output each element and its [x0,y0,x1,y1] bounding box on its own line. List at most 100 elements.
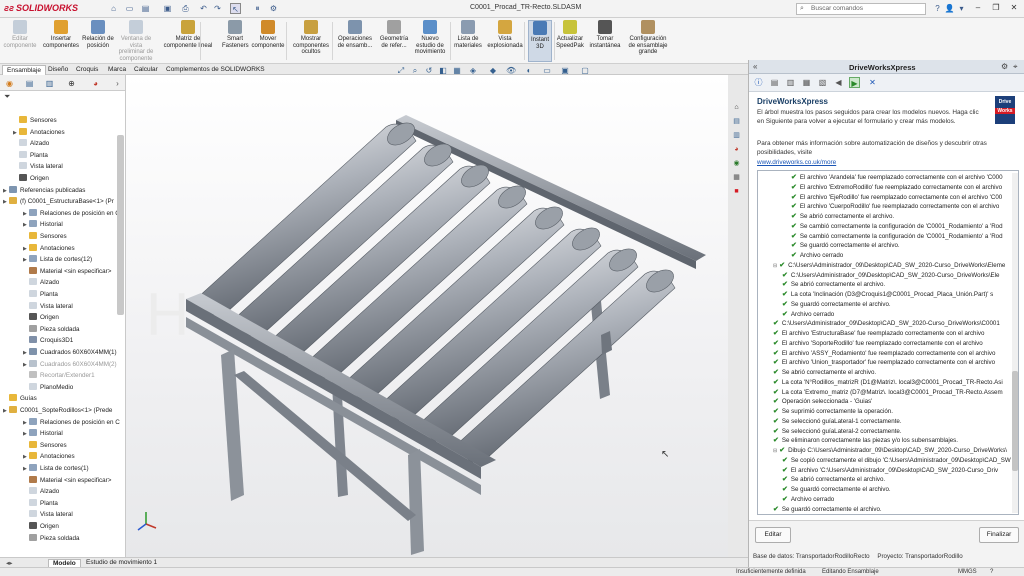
tree-item[interactable]: ▶ Relaciones de posición en C [0,417,120,429]
log-entry[interactable]: ✔ Se abrió correctamente el archivo. [782,280,885,290]
configuration-manager-tab-icon[interactable]: ▥ [44,78,55,89]
rules-icon[interactable]: ▦ [801,77,812,88]
log-entry[interactable]: ⊟ ✔ Dibujo C:\Users\Administrador_09\Deskt… [773,446,1007,456]
monitor-icon[interactable]: ▢ [580,66,590,76]
tree-item[interactable]: Material <sin especificar> [0,266,111,278]
graphics-area[interactable]: H ↖ [126,75,728,557]
log-entry[interactable]: ✔ Se abrió correctamente el archivo. [782,475,885,485]
pane-options-icon[interactable]: ⚙ [1001,62,1008,71]
tree-item[interactable]: Pieza soldada [0,324,80,336]
log-entry[interactable]: ✔ El archivo 'C:\Users\Administrador_09\D… [782,466,998,476]
tree-item[interactable]: Planta [0,289,58,301]
log-entry[interactable]: ✔ Se guardó correctamente el archivo. [773,505,882,515]
ribbon-button-9[interactable]: Operaciones de ensamb... [336,20,374,62]
log-entry[interactable]: ✔ Se copió correctamente el dibujo 'C:\Us… [782,456,1011,466]
zoom-to-fit-icon[interactable]: ⤢ [396,66,406,76]
tree-item[interactable]: ▶ Relaciones de posición en C [0,208,120,220]
solidworks-logo[interactable]: ƨƨ SOLIDWORKS [4,3,78,13]
log-entry[interactable]: ✔ Archivo cerrado [791,251,843,261]
edit-button[interactable]: Editar [755,527,791,543]
ribbon-button-1[interactable]: Editar componente [2,20,38,62]
log-entry[interactable]: ✔ El archivo 'EjeRodillo' fue reemplazado… [791,193,1002,203]
command-tab-6[interactable]: Complementos de SOLIDWORKS [162,65,269,75]
log-entry[interactable]: ✔ El archivo 'Arandela' fue reemplazado c… [791,173,1003,183]
restore-icon[interactable]: ❐ [990,3,1002,14]
info-icon[interactable]: ⓘ [753,77,764,88]
tree-item[interactable]: Vista lateral [0,161,63,173]
log-entry[interactable]: ✔ El archivo 'Union_trasportador' fue ree… [773,358,995,368]
log-entry[interactable]: ✔ El archivo 'ExtremoRodillo' fue reempla… [791,183,1002,193]
ribbon-button-7[interactable]: Mover componente [250,20,286,62]
help-icon[interactable]: ? [932,3,943,14]
ribbon-button-3[interactable]: Relación de posición [82,20,114,62]
options-icon[interactable]: ▥ [785,77,796,88]
tree-item[interactable]: Sensores [0,231,67,243]
solidworks-resources-icon[interactable]: ⌂ [731,102,742,113]
tree-item[interactable]: ▶ Anotaciones [0,127,65,139]
command-tab-1[interactable]: Ensamblaje [2,65,46,75]
tree-item[interactable]: Sensores [0,115,57,127]
log-entry[interactable]: ✔ Archivo cerrado [782,310,834,320]
ribbon-button-4[interactable]: Ventana de vista preliminar de component… [116,20,156,62]
display-style-icon[interactable]: ◆ [488,66,498,76]
driveworks-tab-icon[interactable]: ■ [731,186,742,197]
open-folder-icon[interactable]: ▤ [140,3,151,14]
property-manager-tab-icon[interactable]: ▤ [24,78,35,89]
command-tab-4[interactable]: Marca [104,65,130,75]
tree-item[interactable]: ▶ Historial [0,428,63,440]
appearances-icon[interactable]: ◉ [731,158,742,169]
ribbon-button-6[interactable]: Smart Fasteners [222,20,249,62]
finish-button[interactable]: Finalizar [979,527,1019,543]
new-document-icon[interactable]: ▭ [124,3,135,14]
log-entry[interactable]: ✔ El archivo 'SoporteRodillo' fue reempla… [773,339,983,349]
display-manager-tab-icon[interactable]: ◕ [90,78,101,89]
log-entry[interactable]: ✔ Se abrió correctamente el archivo. [791,212,894,222]
log-entry[interactable]: ✔ El archivo 'ASSY_Rodamiento' fue reempl… [773,349,995,359]
ribbon-button-11[interactable]: Nuevo estudio de movimiento [412,20,448,62]
dropdown-icon[interactable]: ▾ [956,3,967,14]
log-entry[interactable]: ✔ Se suprimió correctamente la operación. [773,407,893,417]
log-entry[interactable]: ✔ Se cambió correctamente la configuració… [791,222,1003,232]
log-entry[interactable]: ✔ Se guardó correctamente el archivo. [782,485,891,495]
edit-appearance-icon[interactable]: ◐ [524,66,534,76]
log-entry[interactable]: ✔ El archivo 'CuerpoRodillo' fue reemplaz… [791,202,999,212]
log-scroll-thumb[interactable] [1012,371,1018,471]
tree-item[interactable]: ▶ Cuadrados 60X60X4MM(1) [0,347,117,359]
select-pointer-icon[interactable]: ↖ [230,3,241,14]
tree-item[interactable]: ▶ Anotaciones [0,243,75,255]
log-entry[interactable]: ✔ La cota 'Inclinación (D3@Croquis1@C0001… [782,290,993,300]
tree-item[interactable]: ▶ Lista de cortes(1) [0,463,89,475]
design-library-icon[interactable]: ▤ [731,116,742,127]
tree-item[interactable]: Guías [0,393,37,405]
conveyor-model[interactable]: H [126,75,728,557]
feature-manager-tab-icon[interactable]: ◉ [4,78,15,89]
zoom-area-icon[interactable]: ⌕ [410,66,420,76]
save-icon[interactable]: ▣ [162,3,173,14]
generation-log-tree[interactable]: ✔ El archivo 'Arandela' fue reemplazado c… [757,170,1019,515]
tree-item[interactable]: Alzado [0,277,59,289]
log-entry[interactable]: ✔ Se guardó correctamente el archivo. [791,241,900,251]
tree-item[interactable]: Planta [0,150,48,162]
log-entry[interactable]: ✔ El archivo 'EstructuraBase' fue reempla… [773,329,984,339]
tree-item[interactable]: Sensores [0,440,67,452]
pane-pin-icon[interactable]: ⌖ [1013,62,1018,72]
user-icon[interactable]: 👤 [944,3,955,14]
command-tab-5[interactable]: Calcular [130,65,162,75]
tree-item[interactable]: Origen [0,173,49,185]
tree-item[interactable]: ▶ (f) C0001_EstructuraBase<1> (Pr [0,196,114,208]
ribbon-button-16[interactable]: Tomar instantánea [588,20,622,62]
log-entry[interactable]: ✔ Se abrió correctamente el archivo. [773,368,876,378]
ribbon-button-10[interactable]: Geometría de refer... [378,20,410,62]
tree-item[interactable]: Material <sin especificar> [0,475,111,487]
tree-item[interactable]: PlanoMedio [0,382,73,394]
tree-item[interactable]: ▶ Historial [0,219,63,231]
tree-item[interactable]: Vista lateral [0,509,73,521]
tree-item[interactable]: Croquis3D1 [0,335,73,347]
redo-icon[interactable]: ↷ [212,3,223,14]
log-entry[interactable]: ✔ Se seleccionó guíaLateral-2 correctamen… [773,427,902,437]
view-settings-icon[interactable]: ▣ [560,66,570,76]
status-units[interactable]: MMGS [958,569,977,575]
tree-item[interactable]: Vista lateral [0,301,73,313]
rebuild-icon[interactable]: ⏸ [252,3,263,14]
home-icon[interactable]: ⌂ [108,3,119,14]
